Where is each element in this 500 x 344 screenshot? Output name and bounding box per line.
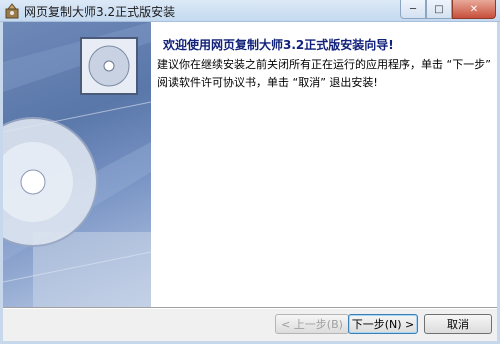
next-button[interactable]: 下一步(N) > (348, 314, 418, 334)
maximize-button[interactable]: □ (426, 0, 452, 19)
cancel-button[interactable]: 取消 (424, 314, 492, 334)
window-title: 网页复制大师3.2正式版安装 (24, 5, 176, 19)
back-button[interactable]: < 上一步(B) (275, 314, 349, 334)
welcome-message: 建议你在继续安装之前关闭所有正在运行的应用程序，单击 “下一步” 阅读软件许可协… (157, 58, 491, 89)
title-bar[interactable]: 网页复制大师3.2正式版安装 ─ □ ✕ (0, 0, 500, 22)
cd-artwork (3, 22, 151, 307)
minimize-button[interactable]: ─ (400, 0, 426, 19)
window-controls: ─ □ ✕ (400, 0, 496, 19)
window-frame: 欢迎使用网页复制大师3.2正式版安装向导! 建议你在继续安装之前关闭所有正在运行… (0, 22, 500, 344)
installer-icon (5, 3, 19, 19)
close-button[interactable]: ✕ (452, 0, 496, 19)
wizard-banner-image (3, 22, 151, 307)
welcome-heading: 欢迎使用网页复制大师3.2正式版安装向导! (163, 38, 394, 52)
dialog-body: 欢迎使用网页复制大师3.2正式版安装向导! 建议你在继续安装之前关闭所有正在运行… (3, 22, 497, 341)
wizard-content: 欢迎使用网页复制大师3.2正式版安装向导! 建议你在继续安装之前关闭所有正在运行… (151, 22, 497, 307)
footer-divider (3, 307, 497, 309)
